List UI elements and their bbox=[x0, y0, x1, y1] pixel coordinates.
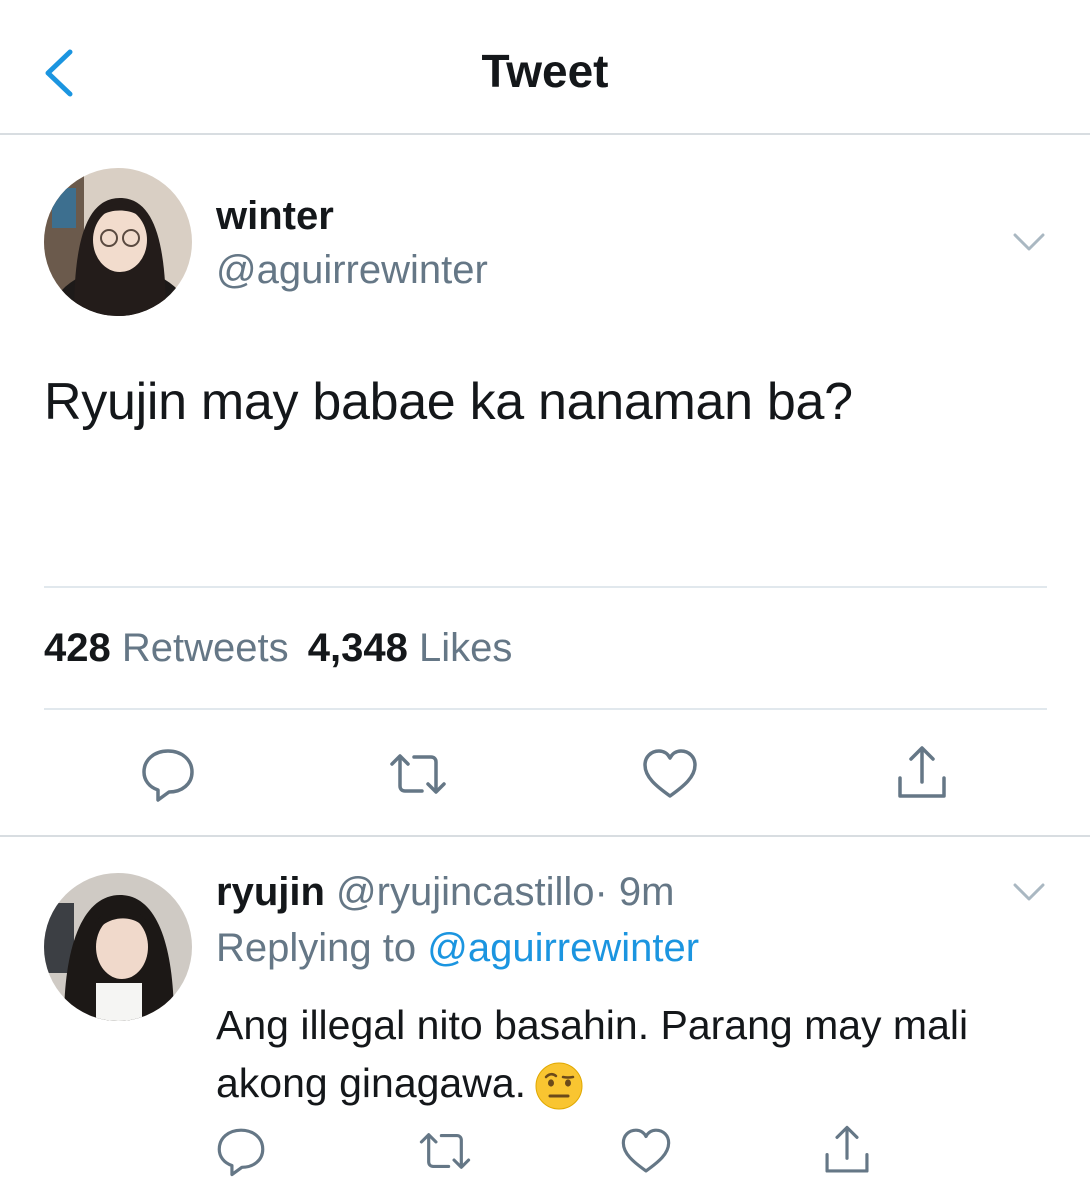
retweet-count[interactable]: 428 bbox=[44, 626, 111, 670]
divider bbox=[0, 835, 1090, 837]
tweet-text: Ryujin may babae ka nanaman ba? bbox=[44, 373, 853, 431]
divider bbox=[44, 586, 1047, 588]
avatar[interactable] bbox=[44, 168, 192, 316]
retweets-label[interactable]: Retweets bbox=[122, 626, 289, 670]
replying-label: Replying to bbox=[216, 926, 417, 970]
reply-icon[interactable] bbox=[212, 1122, 270, 1180]
share-icon[interactable] bbox=[818, 1122, 876, 1180]
author-handle[interactable]: @aguirrewinter bbox=[216, 248, 488, 293]
like-icon[interactable] bbox=[638, 742, 702, 806]
reply-author-handle[interactable]: @ryujincastillo bbox=[336, 870, 594, 914]
reply-text: Ang illegal nito basahin. Parang may mal… bbox=[216, 1002, 969, 1106]
chevron-down-icon[interactable] bbox=[1012, 882, 1046, 902]
like-icon[interactable] bbox=[617, 1122, 675, 1180]
mention-link[interactable]: @aguirrewinter bbox=[427, 926, 699, 970]
retweet-icon[interactable] bbox=[416, 1122, 474, 1180]
reply-timestamp: · 9m bbox=[594, 870, 675, 914]
like-count[interactable]: 4,348 bbox=[308, 626, 408, 670]
replying-to: Replying to @aguirrewinter bbox=[216, 926, 699, 971]
author-name[interactable]: winter bbox=[216, 194, 334, 239]
reply-text-block: Ang illegal nito basahin. Parang may mal… bbox=[216, 996, 1056, 1112]
reply-author-name[interactable]: ryujin bbox=[216, 870, 325, 914]
chevron-down-icon[interactable] bbox=[1012, 232, 1046, 252]
share-icon[interactable] bbox=[890, 742, 954, 806]
retweet-icon[interactable] bbox=[386, 742, 450, 806]
likes-label[interactable]: Likes bbox=[419, 626, 512, 670]
reply-icon[interactable] bbox=[136, 742, 200, 806]
face-with-raised-eyebrow-emoji bbox=[535, 1062, 583, 1110]
divider bbox=[44, 708, 1047, 710]
page-title: Tweet bbox=[481, 45, 609, 97]
avatar[interactable] bbox=[44, 873, 192, 1021]
tweet-stats: 428 Retweets 4,348 Likes bbox=[44, 626, 512, 671]
reply-header: ryujin @ryujincastillo· 9m bbox=[216, 870, 675, 915]
